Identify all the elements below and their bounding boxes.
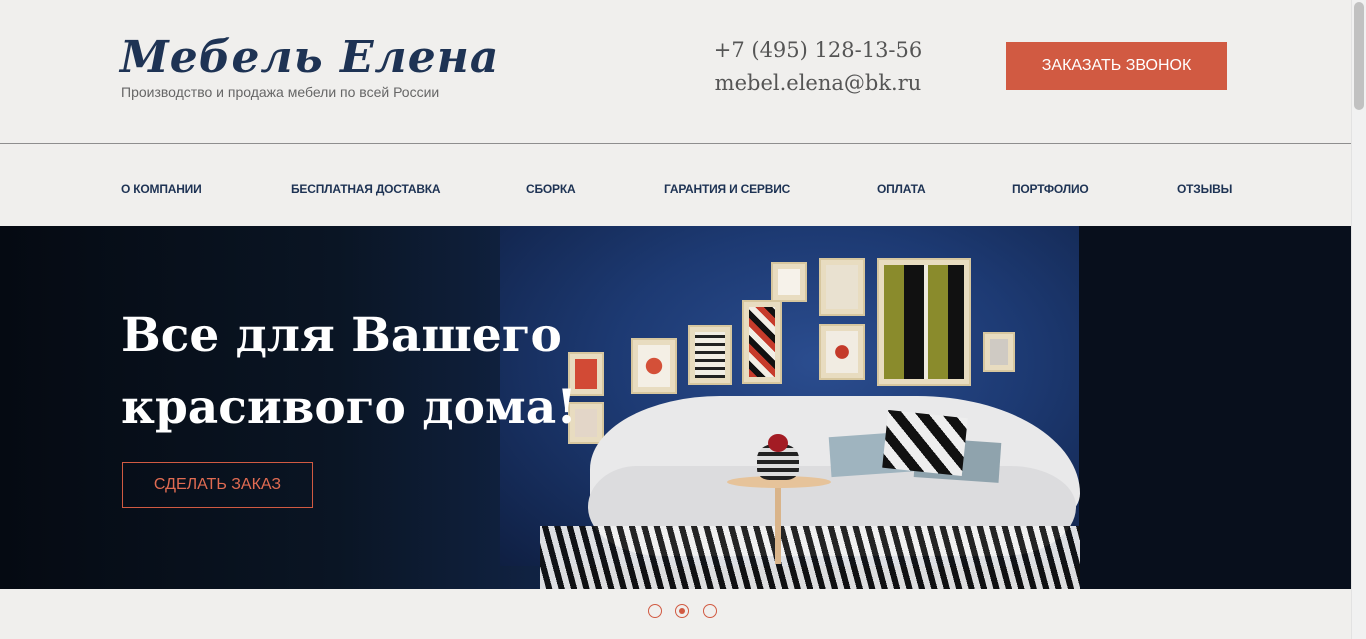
contacts-block: +7 (495) 128-13-56 mebel.elena@bk.ru xyxy=(680,34,956,100)
nav-item-about[interactable]: О КОМПАНИИ xyxy=(121,182,202,196)
scrollbar-thumb[interactable] xyxy=(1354,2,1364,110)
slider-pagination xyxy=(0,604,1351,618)
nav-item-payment[interactable]: ОПЛАТА xyxy=(877,182,926,196)
picture-frame xyxy=(877,258,971,386)
request-call-button[interactable]: ЗАКАЗАТЬ ЗВОНОК xyxy=(1006,42,1227,90)
site-tagline: Производство и продажа мебели по всей Ро… xyxy=(121,84,440,100)
email-link[interactable]: mebel.elena@bk.ru xyxy=(680,66,956,100)
nav-item-assembly[interactable]: СБОРКА xyxy=(526,182,576,196)
side-table-leg xyxy=(775,484,781,564)
nav-item-warranty[interactable]: ГАРАНТИЯ И СЕРВИС xyxy=(664,182,790,196)
pillow-image xyxy=(882,409,968,477)
hero-slider: Все для Вашего красивого дома! СДЕЛАТЬ З… xyxy=(0,226,1351,589)
hero-title: Все для Вашего красивого дома! xyxy=(121,300,581,444)
hero-title-line1: Все для Вашего xyxy=(121,308,562,363)
slider-dot-2[interactable] xyxy=(675,604,689,618)
nav-item-portfolio[interactable]: ПОРТФОЛИО xyxy=(1012,182,1089,196)
apple-image xyxy=(768,434,788,452)
nav-item-delivery[interactable]: БЕСПЛАТНАЯ ДОСТАВКА xyxy=(291,182,441,196)
picture-frame xyxy=(688,325,732,385)
hero-title-line2: красивого дома! xyxy=(121,380,577,435)
nav-item-reviews[interactable]: ОТЗЫВЫ xyxy=(1177,182,1232,196)
picture-frame xyxy=(819,258,865,316)
hero-background-right xyxy=(1079,226,1351,589)
picture-frame xyxy=(819,324,865,380)
site-logo[interactable]: Мебель Елена xyxy=(120,30,499,86)
picture-frame xyxy=(742,300,782,384)
make-order-button[interactable]: СДЕЛАТЬ ЗАКАЗ xyxy=(122,462,313,508)
phone-link[interactable]: +7 (495) 128-13-56 xyxy=(680,34,956,66)
main-nav: О КОМПАНИИ БЕСПЛАТНАЯ ДОСТАВКА СБОРКА ГА… xyxy=(0,145,1351,226)
page: Мебель Елена Производство и продажа мебе… xyxy=(0,0,1351,639)
picture-frame xyxy=(631,338,677,394)
picture-frame xyxy=(983,332,1015,372)
slider-dot-1[interactable] xyxy=(648,604,662,618)
rug-image xyxy=(540,526,1080,589)
site-header: Мебель Елена Производство и продажа мебе… xyxy=(0,0,1351,144)
vertical-scrollbar[interactable] xyxy=(1351,0,1366,639)
slider-dot-3[interactable] xyxy=(703,604,717,618)
picture-frame xyxy=(771,262,807,302)
